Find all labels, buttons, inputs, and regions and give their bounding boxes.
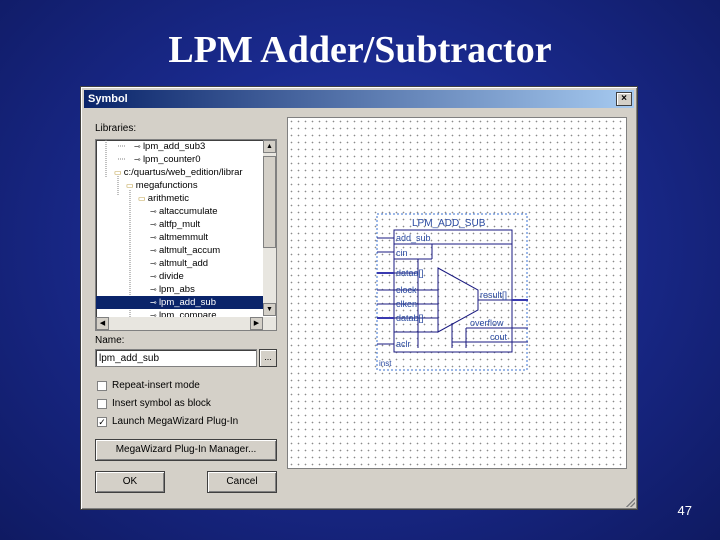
launch-megawizard-label: Launch MegaWizard Plug-In [112, 416, 239, 427]
dialog-title: Symbol [88, 93, 128, 105]
tree-item-label: divide [158, 271, 184, 282]
scroll-left-icon[interactable]: ◀ [96, 317, 109, 330]
tree-item-label: altfp_mult [158, 219, 201, 230]
tree-item-label: altmemmult [158, 232, 209, 243]
repeat-insert-checkbox[interactable] [97, 381, 107, 391]
symbol-icon: ⊸ [134, 142, 143, 151]
tree-item[interactable]: ▭ megafunctions [96, 179, 263, 192]
symbol-title: LPM_ADD_SUB [412, 218, 486, 229]
tree-item[interactable]: ▭ c:/quartus/web_edition/librar [96, 166, 263, 179]
resize-grip[interactable] [625, 497, 635, 507]
tree-item-label: lpm_add_sub3 [142, 141, 206, 152]
insert-as-block-checkbox[interactable] [97, 399, 107, 409]
tree-item-label: lpm_add_sub [158, 297, 216, 308]
tree-item[interactable]: ⊸ lpm_add_sub [96, 296, 263, 309]
symbol-preview-canvas: LPM_ADD_SUB add_sub cin dataa[] clock cl… [287, 117, 627, 469]
lpm-add-sub-symbol: LPM_ADD_SUB add_sub cin dataa[] clock cl… [376, 213, 528, 371]
tree-item[interactable]: ⊸ altmult_accum [96, 244, 263, 257]
repeat-insert-label: Repeat-insert mode [112, 380, 200, 391]
folder-icon: ▭ [114, 168, 124, 177]
ok-button[interactable]: OK [95, 471, 165, 493]
port-dataa: dataa[] [396, 268, 424, 278]
tree-item[interactable]: ⊸ altmemmult [96, 231, 263, 244]
megawizard-manager-button[interactable]: MegaWizard Plug-In Manager... [95, 439, 277, 461]
symbol-icon: ⊸ [150, 298, 159, 307]
symbol-icon: ⊸ [134, 155, 143, 164]
libraries-tree[interactable]: ⊸ lpm_add_sub3 ⊸ lpm_counter0 ▭ c:/quartus… [95, 139, 277, 331]
port-datab: datab[] [396, 313, 424, 323]
tree-item[interactable]: ▭ arithmetic [96, 192, 263, 205]
tree-vertical-scrollbar[interactable]: ▲ ▼ [263, 140, 276, 316]
port-clock: clock [396, 285, 417, 295]
symbol-icon: ⊸ [150, 246, 159, 255]
name-input[interactable]: lpm_add_sub [95, 349, 257, 367]
tree-item[interactable]: ⊸ lpm_abs [96, 283, 263, 296]
tree-item[interactable]: ⊸ lpm_add_sub3 [96, 140, 263, 153]
name-label: Name: [95, 335, 125, 346]
port-cout: cout [490, 332, 508, 342]
tree-item[interactable]: ⊸ altaccumulate [96, 205, 263, 218]
cancel-button[interactable]: Cancel [207, 471, 277, 493]
port-add-sub: add_sub [396, 233, 431, 243]
folder-icon: ▭ [126, 181, 136, 190]
port-result: result[] [480, 290, 507, 300]
page-number: 47 [677, 503, 692, 518]
insert-as-block-label: Insert symbol as block [112, 398, 211, 409]
tree-item-label: c:/quartus/web_edition/librar [123, 167, 243, 178]
close-button[interactable]: × [616, 92, 632, 106]
tree-item[interactable]: ⊸ divide [96, 270, 263, 283]
slide-title: LPM Adder/Subtractor [168, 29, 552, 71]
symbol-icon: ⊸ [150, 285, 159, 294]
tree-item-label: altmult_accum [158, 245, 221, 256]
tree-item-label: altaccumulate [158, 206, 218, 217]
browse-button[interactable]: ... [259, 349, 277, 367]
launch-megawizard-checkbox[interactable]: ✓ [97, 417, 107, 427]
tree-item-label: megafunctions [135, 180, 198, 191]
port-clken: clken [396, 299, 417, 309]
scroll-right-icon[interactable]: ▶ [250, 317, 263, 330]
port-aclr: aclr [396, 339, 411, 349]
folder-icon: ▭ [138, 194, 148, 203]
tree-horizontal-scrollbar[interactable]: ◀ ▶ [96, 317, 276, 330]
libraries-label: Libraries: [95, 123, 137, 134]
symbol-icon: ⊸ [150, 207, 159, 216]
dialog-titlebar[interactable]: Symbol × [84, 90, 634, 108]
tree-item-label: altmult_add [158, 258, 209, 269]
tree-item-label: lpm_abs [158, 284, 195, 295]
port-cin: cin [396, 248, 408, 258]
tree-item[interactable]: ⊸ lpm_counter0 [96, 153, 263, 166]
tree-item[interactable]: ⊸ altfp_mult [96, 218, 263, 231]
scroll-up-icon[interactable]: ▲ [263, 140, 276, 153]
symbol-icon: ⊸ [150, 272, 159, 281]
tree-item-label: lpm_counter0 [142, 154, 201, 165]
tree-item[interactable]: ⊸ altmult_add [96, 257, 263, 270]
scroll-thumb[interactable] [263, 156, 276, 248]
symbol-dialog: Symbol × Libraries: ⊸ lpm_add_sub3 ⊸ lpm_… [80, 86, 638, 510]
symbol-icon: ⊸ [150, 220, 159, 229]
port-overflow: overflow [470, 318, 504, 328]
symbol-icon: ⊸ [150, 233, 159, 242]
tree-item-label: arithmetic [147, 193, 189, 204]
instance-label: inst [379, 359, 392, 368]
scroll-down-icon[interactable]: ▼ [263, 303, 276, 316]
symbol-icon: ⊸ [150, 259, 159, 268]
